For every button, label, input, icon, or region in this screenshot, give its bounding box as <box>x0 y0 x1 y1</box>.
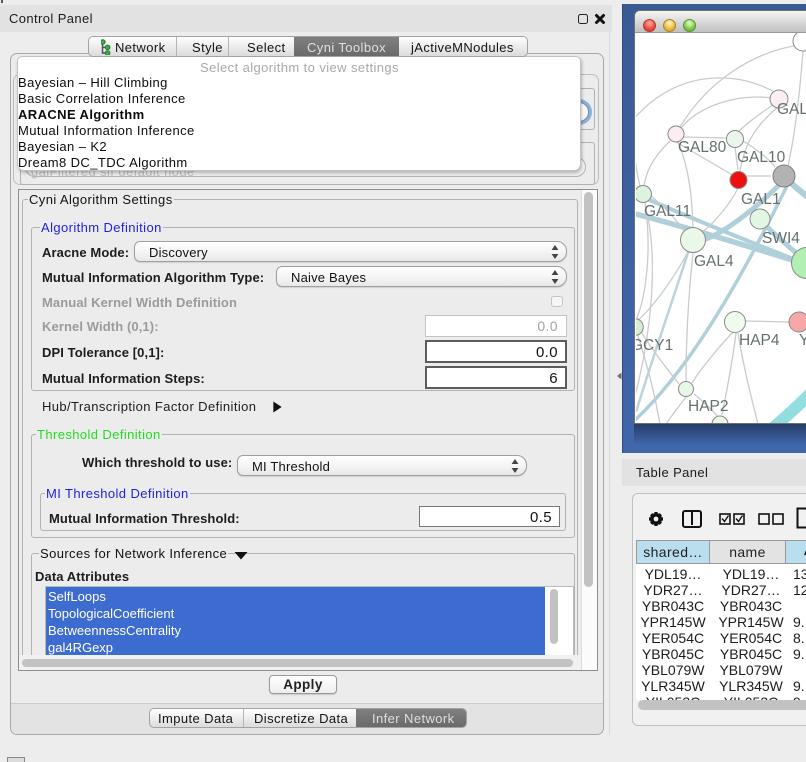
svg-text:GCY1: GCY1 <box>636 337 673 354</box>
svg-text:GAL1: GAL1 <box>741 191 781 208</box>
svg-text:GAL4: GAL4 <box>694 253 734 270</box>
svg-text:HAP4: HAP4 <box>739 332 780 349</box>
svg-text:GAL10: GAL10 <box>737 149 786 166</box>
svg-text:YM: YM <box>799 332 806 349</box>
svg-text:GAL2: GAL2 <box>777 101 806 118</box>
svg-text:GAL11: GAL11 <box>644 203 691 220</box>
svg-text:GAL80: GAL80 <box>678 139 727 156</box>
svg-text:SWI4: SWI4 <box>762 230 800 247</box>
svg-text:HAP2: HAP2 <box>688 398 729 415</box>
